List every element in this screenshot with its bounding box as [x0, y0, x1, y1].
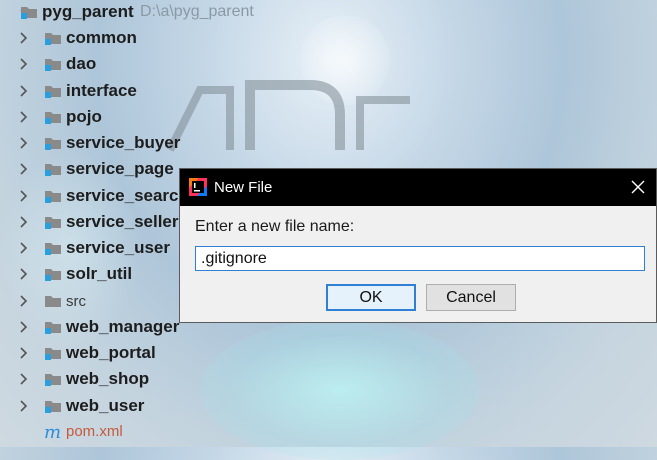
dialog-titlebar[interactable]: New File: [180, 169, 656, 206]
tree-item-web-shop[interactable]: web_shop: [0, 367, 460, 391]
chevron-right-icon[interactable]: [16, 135, 30, 151]
cancel-button[interactable]: Cancel: [426, 284, 516, 311]
tree-item-label: web_user: [66, 396, 145, 415]
module-folder-icon: [45, 191, 61, 203]
module-folder-icon: [45, 348, 61, 360]
module-folder-icon: [45, 322, 61, 334]
tree-item-interface[interactable]: interface: [0, 79, 460, 103]
module-folder-icon: [45, 374, 61, 386]
module-folder-icon: [45, 217, 61, 229]
module-folder-icon: [45, 112, 61, 124]
maven-icon: m: [44, 422, 62, 443]
dialog-title: New File: [214, 179, 273, 196]
tree-item-web-user[interactable]: web_user: [0, 394, 460, 418]
chevron-right-icon[interactable]: [16, 188, 30, 204]
chevron-right-icon[interactable]: [16, 109, 30, 125]
module-folder-icon: [45, 401, 61, 413]
chevron-right-icon[interactable]: [16, 319, 30, 335]
module-folder-icon: [21, 7, 37, 19]
module-folder-icon: [45, 59, 61, 71]
chevron-right-icon[interactable]: [16, 293, 30, 309]
ok-button[interactable]: OK: [326, 284, 416, 311]
module-folder-icon: [45, 243, 61, 255]
intellij-app-icon: [189, 178, 207, 196]
tree-item-label: service_buyer: [66, 133, 181, 152]
tree-item-common[interactable]: common: [0, 26, 460, 50]
module-folder-icon: [45, 164, 61, 176]
tree-item-label: web_portal: [66, 343, 156, 362]
root-project-path: D:\a\pyg_parent: [140, 3, 254, 20]
chevron-right-icon[interactable]: [16, 30, 30, 46]
chevron-right-icon[interactable]: [16, 345, 30, 361]
chevron-right-icon[interactable]: [16, 83, 30, 99]
chevron-right-icon[interactable]: [16, 266, 30, 282]
close-icon[interactable]: [630, 179, 646, 195]
chevron-right-icon[interactable]: [16, 161, 30, 177]
chevron-right-icon[interactable]: [16, 240, 30, 256]
tree-item-service-buyer[interactable]: service_buyer: [0, 131, 460, 155]
tree-root-row[interactable]: pyg_parent D:\a\pyg_parent: [0, 0, 460, 24]
tree-item-label: service_page: [66, 159, 174, 178]
tree-item-label: pom.xml: [66, 423, 123, 440]
new-file-dialog: New File Enter a new file name: OK Cance…: [179, 168, 657, 323]
tree-item-label: pojo: [66, 107, 102, 126]
tree-item-label: src: [66, 293, 86, 310]
tree-item-label: service_search: [66, 186, 189, 205]
module-folder-icon: [45, 86, 61, 98]
file-name-input[interactable]: [195, 246, 645, 271]
module-folder-icon: [45, 33, 61, 45]
file-name-prompt: Enter a new file name:: [195, 218, 355, 235]
tree-item-label: interface: [66, 81, 137, 100]
module-folder-icon: [45, 138, 61, 150]
tree-item-label: web_shop: [66, 369, 150, 388]
tree-item-web-portal[interactable]: web_portal: [0, 341, 460, 365]
tree-item-pom-xml[interactable]: m pom.xml: [0, 420, 460, 444]
tree-item-label: common: [66, 28, 137, 47]
root-project-name: pyg_parent: [42, 2, 134, 21]
tree-item-label: web_manager: [66, 317, 180, 336]
tree-item-label: service_user: [66, 238, 170, 257]
chevron-right-icon[interactable]: [16, 371, 30, 387]
chevron-right-icon[interactable]: [16, 398, 30, 414]
tree-item-dao[interactable]: dao: [0, 52, 460, 76]
chevron-right-icon[interactable]: [16, 56, 30, 72]
tree-item-label: solr_util: [66, 264, 133, 283]
chevron-right-icon[interactable]: [16, 214, 30, 230]
tree-item-label: dao: [66, 54, 97, 73]
tree-item-pojo[interactable]: pojo: [0, 105, 460, 129]
module-folder-icon: [45, 269, 61, 281]
folder-icon: [45, 296, 61, 307]
